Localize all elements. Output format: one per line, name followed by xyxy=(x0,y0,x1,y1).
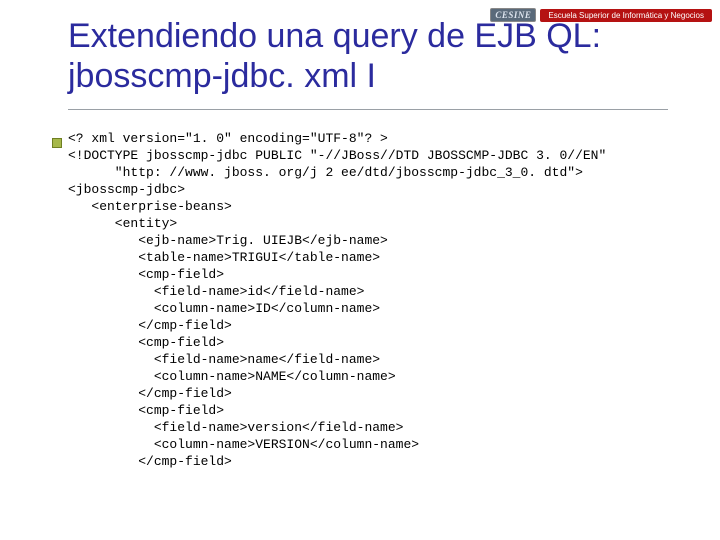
code-line: </cmp-field> xyxy=(68,318,232,333)
code-line: <table-name>TRIGUI</table-name> xyxy=(68,250,380,265)
code-line: </cmp-field> xyxy=(68,386,232,401)
title-underline xyxy=(68,109,668,110)
code-line: <enterprise-beans> xyxy=(68,199,232,214)
code-line: <column-name>VERSION</column-name> xyxy=(68,437,419,452)
code-line: <ejb-name>Trig. UIEJB</ejb-name> xyxy=(68,233,388,248)
code-line: <cmp-field> xyxy=(68,335,224,350)
code-line: <cmp-field> xyxy=(68,267,224,282)
slide-title: Extendiendo una query de EJB QL: jbosscm… xyxy=(68,16,700,96)
code-line: <column-name>ID</column-name> xyxy=(68,301,380,316)
code-line: <field-name>name</field-name> xyxy=(68,352,380,367)
code-line: "http: //www. jboss. org/j 2 ee/dtd/jbos… xyxy=(68,165,583,180)
code-line: <? xml version="1. 0" encoding="UTF-8"? … xyxy=(68,131,388,146)
code-line: <field-name>id</field-name> xyxy=(68,284,364,299)
code-line: </cmp-field> xyxy=(68,454,232,469)
code-line: <!DOCTYPE jbosscmp-jdbc PUBLIC "-//JBoss… xyxy=(68,148,606,163)
code-line: <entity> xyxy=(68,216,177,231)
code-line: <jbosscmp-jdbc> xyxy=(68,182,185,197)
code-line: <field-name>version</field-name> xyxy=(68,420,403,435)
code-block: <? xml version="1. 0" encoding="UTF-8"? … xyxy=(68,130,700,470)
code-line: <cmp-field> xyxy=(68,403,224,418)
slide: CESINE Escuela Superior de Informática y… xyxy=(0,0,720,540)
bullet-icon xyxy=(52,138,62,148)
code-line: <column-name>NAME</column-name> xyxy=(68,369,396,384)
